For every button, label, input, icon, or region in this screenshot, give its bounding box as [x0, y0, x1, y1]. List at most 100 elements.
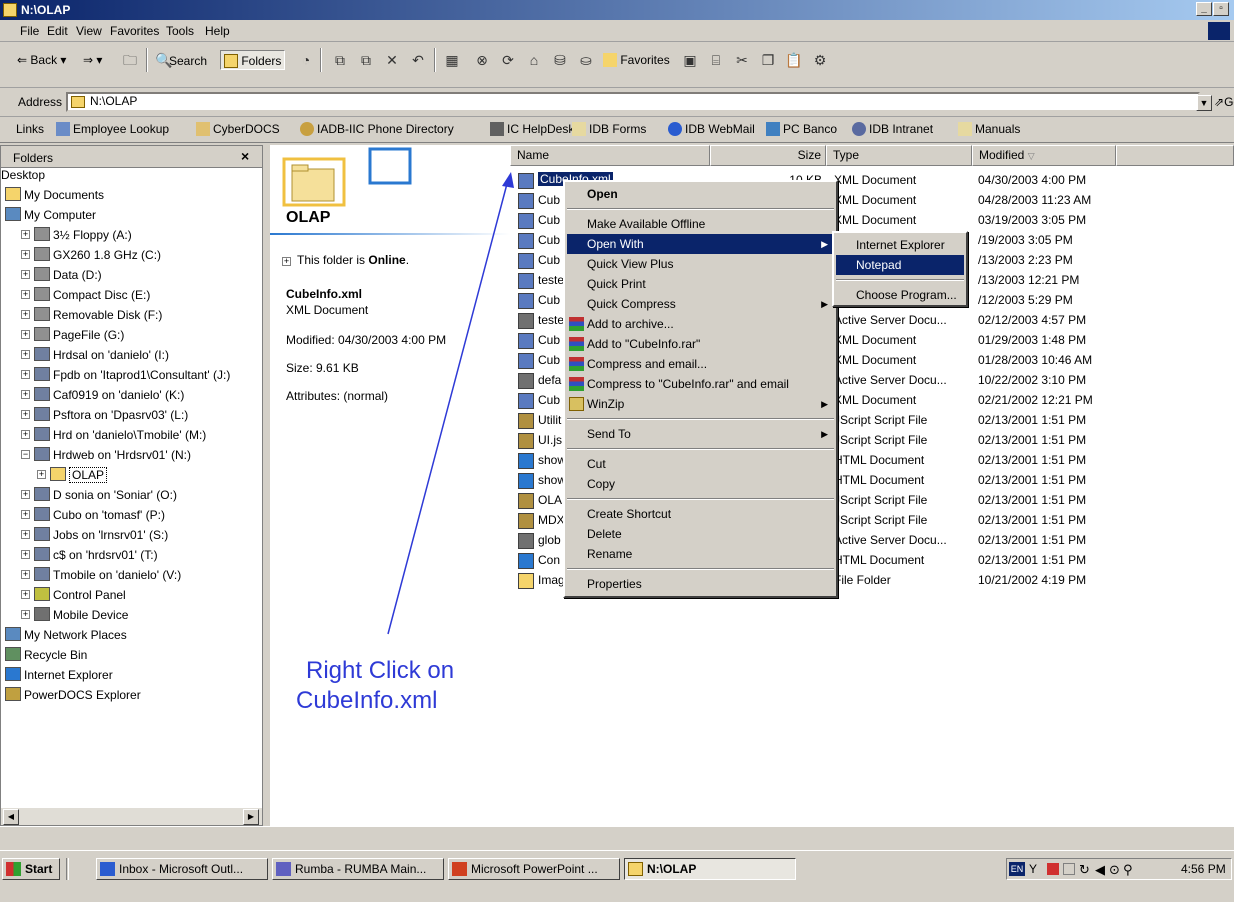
menu-item-send-to[interactable]: Send To ▶	[567, 424, 834, 444]
menu-edit[interactable]: Edit	[47, 24, 68, 38]
tray-chat-icon[interactable]: ⊙	[1109, 862, 1120, 878]
tree-item[interactable]: + Mobile Device	[1, 606, 262, 626]
expand-icon[interactable]: +	[21, 590, 30, 599]
menu-item-compress-to-rar-and-email[interactable]: Compress to "CubeInfo.rar" and email	[567, 374, 834, 394]
tree-item[interactable]: + Hrdsal on 'danielo' (I:)	[1, 346, 262, 366]
menu-item-properties[interactable]: Properties	[567, 574, 834, 594]
menu-item-add-to-archive[interactable]: Add to archive...	[567, 314, 834, 334]
expand-icon[interactable]: +	[21, 490, 30, 499]
expand-icon[interactable]: +	[21, 410, 30, 419]
column-modified[interactable]: Modified ▽	[972, 145, 1116, 166]
tray-window-icon[interactable]	[1063, 863, 1075, 875]
back-button[interactable]: ⇐ Back ▾	[14, 50, 69, 70]
tree-item[interactable]: + Jobs on 'lrnsrv01' (S:)	[1, 526, 262, 546]
task-outlook[interactable]: Inbox - Microsoft Outl...	[96, 858, 268, 880]
tree-item[interactable]: + D sonia on 'Soniar' (O:)	[1, 486, 262, 506]
link-idb-webmail[interactable]: IDB WebMail	[668, 122, 755, 136]
tree-item[interactable]: + OLAP	[1, 466, 262, 486]
menu-file[interactable]: File	[20, 24, 39, 38]
tree-item[interactable]: + Compact Disc (E:)	[1, 286, 262, 306]
minimize-button[interactable]: _	[1196, 2, 1212, 16]
scroll-right-button[interactable]: ▶	[243, 809, 259, 825]
link-phone-directory[interactable]: IADB-IIC Phone Directory	[300, 122, 454, 136]
task-explorer-olap[interactable]: N:\OLAP	[624, 858, 796, 880]
tree-item[interactable]: + Fpdb on 'Itaprod1\Consultant' (J:)	[1, 366, 262, 386]
favorites-button[interactable]: Favorites	[600, 50, 673, 70]
tree-item[interactable]: + Data (D:)	[1, 266, 262, 286]
language-indicator[interactable]: EN	[1009, 862, 1025, 876]
history-icon[interactable]: ◔	[296, 50, 316, 70]
tree-item[interactable]: My Computer	[1, 206, 262, 226]
go-button[interactable]: ⇗Go	[1214, 95, 1234, 109]
menu-help[interactable]: Help	[205, 24, 230, 38]
tray-app-icon[interactable]	[1047, 863, 1059, 875]
address-input[interactable]: N:\OLAP	[66, 92, 1200, 112]
menu-item-winzip[interactable]: WinZip ▶	[567, 394, 834, 414]
task-powerpoint[interactable]: Microsoft PowerPoint ...	[448, 858, 620, 880]
volume-icon[interactable]: ◀	[1095, 862, 1105, 878]
maximize-button[interactable]: ▫	[1213, 2, 1229, 16]
tree-item[interactable]: My Network Places	[1, 626, 262, 646]
folders-button[interactable]: Folders	[220, 50, 286, 70]
network-icon[interactable]: Y	[1029, 862, 1043, 876]
move-to-icon[interactable]: ⧉	[330, 50, 350, 70]
menu-item-internet-explorer[interactable]: Internet Explorer	[836, 235, 964, 255]
tree-item[interactable]: − Hrdweb on 'Hrdsrv01' (N:)	[1, 446, 262, 466]
menu-item-delete[interactable]: Delete	[567, 524, 834, 544]
undo-icon[interactable]: ↶	[408, 50, 428, 70]
paste-icon[interactable]: 📋	[784, 50, 804, 70]
link-employee-lookup[interactable]: Employee Lookup	[56, 122, 169, 136]
link-manuals[interactable]: Manuals	[958, 122, 1020, 136]
menu-view[interactable]: View	[76, 24, 102, 38]
search-button[interactable]: 🔍Search	[152, 50, 210, 70]
task-rumba[interactable]: Rumba - RUMBA Main...	[272, 858, 444, 880]
tree-item[interactable]: + PageFile (G:)	[1, 326, 262, 346]
link-ic-helpdesk[interactable]: IC HelpDesk	[490, 122, 574, 136]
folder-options-icon[interactable]: ⌸	[706, 50, 726, 70]
link-cyberdocs[interactable]: CyberDOCS	[196, 122, 280, 136]
expand-icon[interactable]: +	[21, 330, 30, 339]
expand-icon[interactable]: +	[21, 510, 30, 519]
menu-favorites[interactable]: Favorites	[110, 24, 159, 38]
tree-item[interactable]: Recycle Bin	[1, 646, 262, 666]
map-drive-icon[interactable]: ⛁	[550, 50, 570, 70]
menu-item-rename[interactable]: Rename	[567, 544, 834, 564]
tree-item[interactable]: My Documents	[1, 186, 262, 206]
refresh-icon[interactable]: ⟳	[498, 50, 518, 70]
tree-item[interactable]: Internet Explorer	[1, 666, 262, 686]
scroll-left-button[interactable]: ◀	[3, 809, 19, 825]
tree-item[interactable]: + Cubo on 'tomasf' (P:)	[1, 506, 262, 526]
expand-icon[interactable]: +	[21, 390, 30, 399]
menu-item-quick-view-plus[interactable]: Quick View Plus	[567, 254, 834, 274]
pane-splitter[interactable]	[263, 145, 270, 826]
menu-tools[interactable]: Tools	[166, 24, 194, 38]
expand-icon[interactable]: +	[37, 470, 46, 479]
tree-item[interactable]: + Control Panel	[1, 586, 262, 606]
copy-icon[interactable]: ❐	[758, 50, 778, 70]
menu-item-open[interactable]: Open	[567, 184, 834, 204]
tree-item[interactable]: + GX260 1.8 GHz (C:)	[1, 246, 262, 266]
menu-item-open-with[interactable]: Open With ▶	[567, 234, 834, 254]
tree-item[interactable]: + Tmobile on 'danielo' (V:)	[1, 566, 262, 586]
tree-item[interactable]: Desktop	[1, 166, 262, 186]
expand-icon[interactable]: +	[282, 257, 291, 266]
start-button[interactable]: Start	[2, 858, 60, 880]
tray-search-icon[interactable]: ⚲	[1123, 862, 1133, 878]
expand-icon[interactable]: +	[21, 530, 30, 539]
menu-item-add-to-rar[interactable]: Add to "CubeInfo.rar"	[567, 334, 834, 354]
tree-item[interactable]: + c$ on 'hrdsrv01' (T:)	[1, 546, 262, 566]
views-icon[interactable]: ▦	[442, 50, 462, 70]
stop-icon[interactable]: ⊗	[472, 50, 492, 70]
menu-item-notepad[interactable]: Notepad	[836, 255, 964, 275]
expand-icon[interactable]: +	[21, 250, 30, 259]
properties-icon[interactable]: ▣	[680, 50, 700, 70]
link-idb-forms[interactable]: IDB Forms	[572, 122, 646, 136]
expand-icon[interactable]: +	[21, 270, 30, 279]
up-folder-icon[interactable]: 🗀	[120, 50, 140, 70]
expand-icon[interactable]: +	[21, 290, 30, 299]
expand-icon[interactable]: +	[21, 610, 30, 619]
link-pc-banco[interactable]: PC Banco	[766, 122, 837, 136]
expand-icon[interactable]: +	[21, 310, 30, 319]
expand-icon[interactable]: +	[21, 230, 30, 239]
menu-item-copy[interactable]: Copy	[567, 474, 834, 494]
